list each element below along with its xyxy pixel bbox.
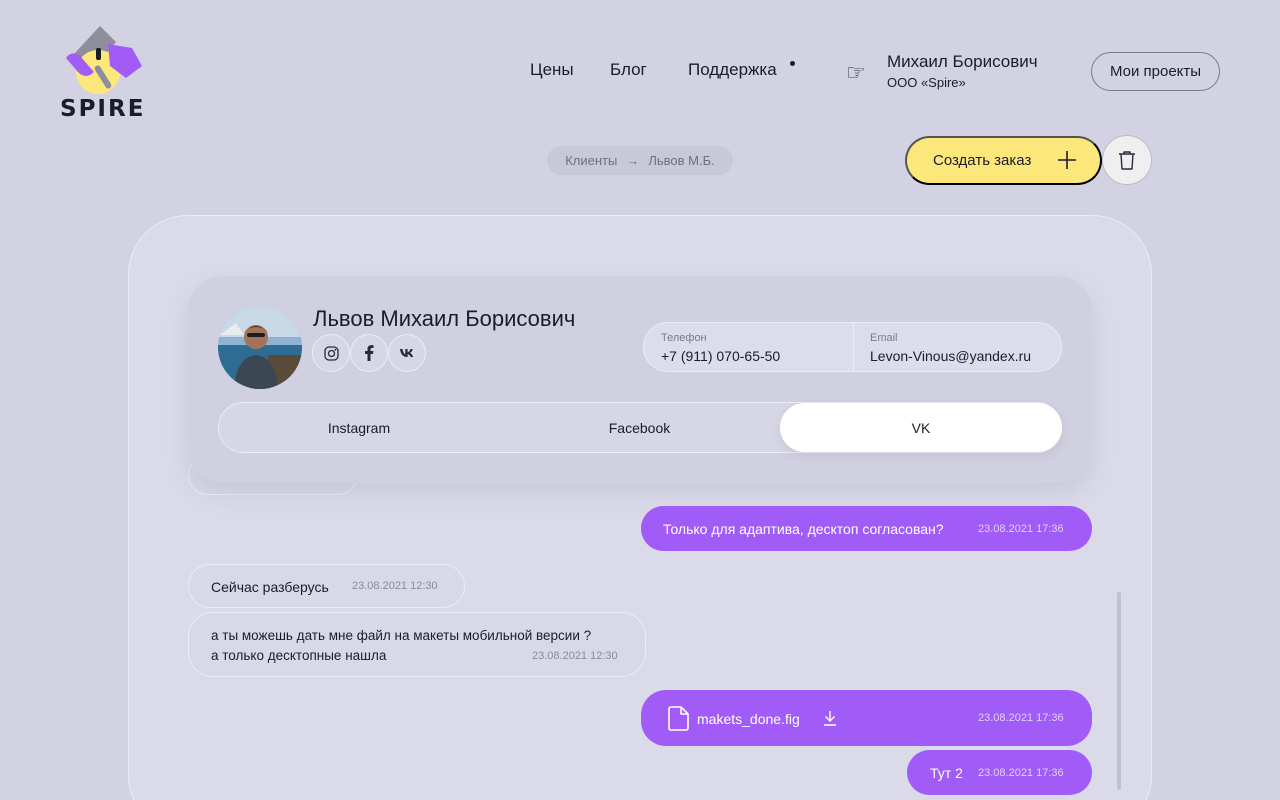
message-text: Сейчас разберусь: [211, 579, 329, 595]
breadcrumb: Клиенты → Львов М.Б.: [547, 146, 733, 175]
phone-label: Телефон: [661, 332, 707, 344]
file-name-link[interactable]: makets_done.fig: [697, 711, 800, 727]
message-text: Только для адаптива, десктоп согласован?: [663, 521, 944, 537]
email-value[interactable]: Levon-Vinous@yandex.ru: [870, 348, 1031, 364]
message-outgoing[interactable]: Тут 2 23.08.2021 17:36: [907, 750, 1092, 795]
message-outgoing[interactable]: Только для адаптива, десктоп согласован?…: [641, 506, 1092, 551]
instagram-icon[interactable]: [312, 334, 350, 372]
message-outgoing-file[interactable]: makets_done.fig 23.08.2021 17:36: [641, 690, 1092, 746]
trash-icon: [1119, 150, 1135, 170]
arrow-right-icon: →: [626, 153, 640, 168]
message-text-line2: а только десктопные нашла: [211, 648, 387, 663]
client-avatar: [218, 305, 302, 389]
message-text: Тут 2: [930, 765, 963, 781]
create-order-label: Создать заказ: [933, 152, 1032, 169]
nav-prices-link[interactable]: Цены: [530, 60, 574, 80]
tab-vk[interactable]: VK: [780, 403, 1062, 452]
tab-instagram[interactable]: Instagram: [219, 403, 499, 452]
channel-tabs: Instagram Facebook VK: [218, 402, 1062, 453]
breadcrumb-current: Львов М.Б.: [648, 153, 715, 168]
phone-value[interactable]: +7 (911) 070-65-50: [661, 348, 780, 364]
vk-icon[interactable]: [388, 334, 426, 372]
my-projects-button[interactable]: Мои проекты: [1091, 52, 1220, 91]
brand-name: SPIRE: [60, 96, 146, 122]
message-time: 23.08.2021 17:36: [978, 767, 1064, 779]
message-time: 23.08.2021 12:30: [352, 580, 438, 592]
client-contacts: Телефон +7 (911) 070-65-50 Email Levon-V…: [643, 322, 1062, 372]
message-time: 23.08.2021 17:36: [978, 523, 1064, 535]
nav-support-link[interactable]: Поддержка: [688, 60, 777, 80]
message-incoming[interactable]: а ты можешь дать мне файл на макеты моби…: [188, 612, 646, 677]
nav-blog-link[interactable]: Блог: [610, 60, 647, 80]
message-time: 23.08.2021 17:36: [978, 712, 1064, 724]
delete-button[interactable]: [1102, 135, 1152, 185]
client-name: Львов Михаил Борисович: [313, 306, 576, 331]
create-order-button[interactable]: Создать заказ: [905, 136, 1102, 185]
file-icon: [668, 706, 689, 731]
download-icon[interactable]: [823, 710, 837, 726]
message-time: 23.08.2021 12:30: [532, 650, 618, 662]
message-incoming[interactable]: Сейчас разберусь 23.08.2021 12:30: [188, 564, 465, 608]
breadcrumb-root-link[interactable]: Клиенты: [565, 153, 617, 168]
facebook-icon[interactable]: [350, 334, 388, 372]
chat-scrollbar[interactable]: [1117, 592, 1121, 790]
plus-icon: [1058, 151, 1076, 169]
contacts-divider: [853, 323, 854, 371]
message-text-line1: а ты можешь дать мне файл на макеты моби…: [211, 628, 592, 643]
tab-facebook[interactable]: Facebook: [499, 403, 780, 452]
user-org: ООО «Spire»: [887, 75, 966, 90]
email-label: Email: [870, 332, 898, 344]
pointing-hand-icon: ☞: [846, 60, 866, 85]
user-name[interactable]: Михаил Борисович: [887, 52, 1038, 72]
support-notification-dot: [790, 61, 795, 66]
